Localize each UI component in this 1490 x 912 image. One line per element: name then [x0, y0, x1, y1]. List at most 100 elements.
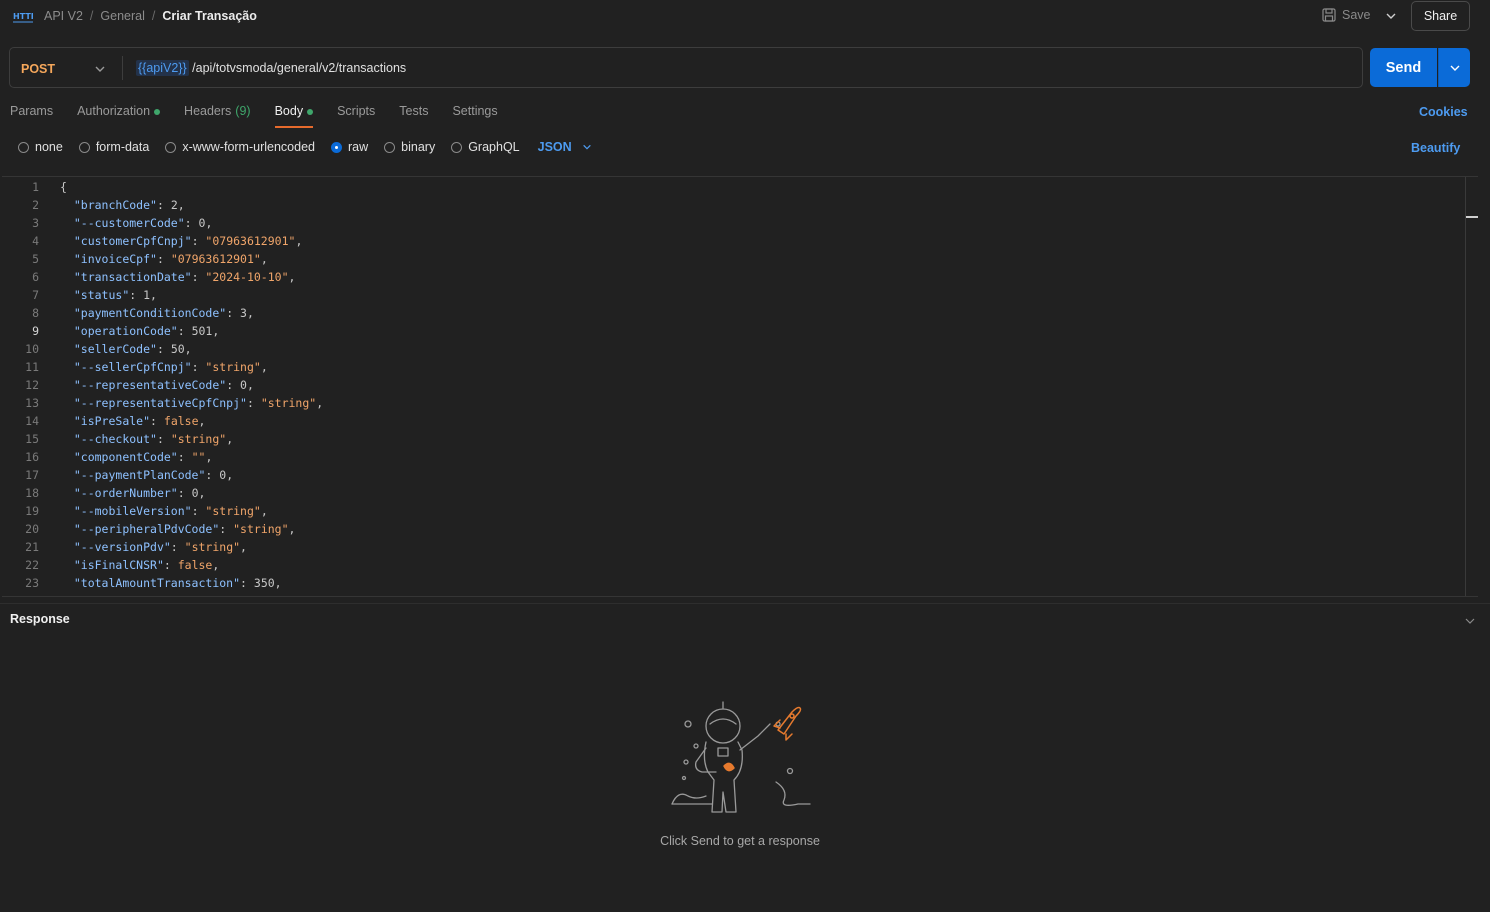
line-number: 13	[25, 396, 39, 410]
line-number: 1	[32, 180, 39, 194]
radio-button[interactable]	[451, 141, 463, 153]
code-line[interactable]: 1{	[2, 178, 1462, 196]
radio-none[interactable]: none	[18, 140, 63, 154]
radio-binary[interactable]: binary	[384, 140, 435, 154]
line-number: 7	[32, 288, 39, 302]
http-request-icon: HTTP	[13, 12, 33, 23]
cookies-link[interactable]: Cookies	[1419, 105, 1468, 119]
code-line[interactable]: 18 "--orderNumber": 0,	[2, 484, 1462, 502]
radio-button[interactable]	[165, 141, 177, 153]
line-number: 18	[25, 486, 39, 500]
code-text: "isPreSale": false,	[73, 414, 206, 428]
code-line[interactable]: 5 "invoiceCpf": "07963612901",	[2, 250, 1462, 268]
radio-button[interactable]	[331, 141, 342, 153]
code-line[interactable]: 19 "--mobileVersion": "string",	[2, 502, 1462, 520]
line-number: 9	[32, 324, 39, 338]
tab-body[interactable]: Body	[274, 104, 314, 128]
radio-raw[interactable]: raw	[331, 140, 368, 154]
tab-scripts[interactable]: Scripts	[337, 104, 375, 128]
method-select[interactable]: POST	[21, 62, 55, 76]
tab-label: Tests	[399, 104, 429, 118]
breadcrumb-collection[interactable]: API V2	[44, 9, 83, 23]
divider	[122, 56, 123, 80]
language-select[interactable]: JSON	[538, 140, 592, 154]
radio-graphql[interactable]: GraphQL	[451, 140, 520, 154]
code-line[interactable]: 14 "isPreSale": false,	[2, 412, 1462, 430]
response-title: Response	[10, 612, 70, 626]
beautify-button[interactable]: Beautify	[1411, 141, 1460, 155]
radio-form-data[interactable]: form-data	[78, 140, 150, 154]
code-text: "--mobileVersion": "string",	[73, 504, 268, 518]
line-number: 15	[25, 432, 39, 446]
radio-label: x-www-form-urlencoded	[182, 140, 315, 154]
radio-button[interactable]	[78, 141, 90, 153]
code-line[interactable]: 7 "status": 1,	[2, 286, 1462, 304]
code-line[interactable]: 3 "--customerCode": 0,	[2, 214, 1462, 232]
chevron-down-icon[interactable]	[1385, 10, 1397, 22]
code-text: "branchCode": 2,	[73, 198, 185, 212]
code-line[interactable]: 4 "customerCpfCnpj": "07963612901",	[2, 232, 1462, 250]
code-line[interactable]: 22 "isFinalCNSR": false,	[2, 556, 1462, 574]
code-line[interactable]: 21 "--versionPdv": "string",	[2, 538, 1462, 556]
tab-label: Scripts	[337, 104, 376, 118]
code-text: "items": [	[60, 592, 143, 596]
tab-authorization[interactable]: Authorization	[77, 104, 161, 128]
url-variable[interactable]: {{apiV2}}	[136, 60, 189, 76]
code-line[interactable]: 11 "--sellerCpfCnpj": "string",	[2, 358, 1462, 376]
tab-params[interactable]: Params	[10, 104, 53, 128]
code-text: "isFinalCNSR": false,	[73, 558, 220, 572]
code-text: "paymentConditionCode": 3,	[73, 306, 254, 320]
code-line[interactable]: 12 "--representativeCode": 0,	[2, 376, 1462, 394]
radio-button[interactable]	[18, 141, 29, 153]
code-line[interactable]: 20 "--peripheralPdvCode": "string",	[2, 520, 1462, 538]
chevron-down-icon	[582, 144, 591, 150]
code-line[interactable]: 10 "sellerCode": 50,	[2, 340, 1462, 358]
code-text: "sellerCode": 50,	[73, 342, 192, 356]
breadcrumb: API V2 / General / Criar Transação	[44, 9, 257, 23]
code-line[interactable]: 13 "--representativeCpfCnpj": "string",	[2, 394, 1462, 412]
send-options-button[interactable]	[1438, 48, 1470, 87]
code-line[interactable]: 2 "branchCode": 2,	[2, 196, 1462, 214]
line-number: 21	[25, 540, 39, 554]
breadcrumb-separator: /	[89, 9, 94, 23]
tab-label: Settings	[452, 104, 498, 118]
code-text: "componentCode": "",	[73, 450, 213, 464]
share-button[interactable]: Share	[1411, 1, 1470, 31]
tab-headers[interactable]: Headers (9)	[184, 104, 251, 128]
scrollbar-track[interactable]	[1465, 177, 1466, 596]
code-line[interactable]: 9 "operationCode": 501,	[2, 322, 1462, 340]
svg-text:HTTP: HTTP	[13, 12, 33, 21]
code-line[interactable]: 17 "--paymentPlanCode": 0,	[2, 466, 1462, 484]
headers-count: (9)	[235, 104, 251, 118]
url-input[interactable]: {{apiV2}} /api/totvsmoda/general/v2/tran…	[136, 60, 406, 76]
send-button[interactable]: Send	[1370, 48, 1437, 87]
code-text: {	[60, 180, 67, 194]
chevron-down-icon[interactable]	[1464, 615, 1476, 627]
line-number: 20	[25, 522, 39, 536]
code-line[interactable]: 15 "--checkout": "string",	[2, 430, 1462, 448]
line-number: 16	[25, 450, 39, 464]
code-line[interactable]: 6 "transactionDate": "2024-10-10",	[2, 268, 1462, 286]
radio-button[interactable]	[384, 141, 396, 153]
tab-settings[interactable]: Settings	[452, 104, 497, 128]
radio-urlencoded[interactable]: x-www-form-urlencoded	[165, 140, 315, 154]
code-line[interactable]: 23 "totalAmountTransaction": 350,	[2, 574, 1462, 592]
breadcrumb-folder[interactable]: General	[100, 9, 144, 23]
breadcrumb-separator: /	[151, 9, 156, 23]
scrollbar-thumb[interactable]	[1466, 216, 1478, 218]
code-line[interactable]: 8 "paymentConditionCode": 3,	[2, 304, 1462, 322]
code-line[interactable]: 16 "componentCode": "",	[2, 448, 1462, 466]
code-line[interactable]: 24 "items": [	[2, 592, 1462, 596]
code-text: "--paymentPlanCode": 0,	[73, 468, 234, 482]
code-editor[interactable]: 1{2 "branchCode": 2, 3 "--customerCode": …	[2, 176, 1478, 597]
save-button[interactable]: Save	[1322, 8, 1371, 22]
radio-label: raw	[348, 140, 369, 154]
tab-tests[interactable]: Tests	[399, 104, 428, 128]
line-number: 24	[2, 592, 39, 596]
request-title[interactable]: Criar Transação	[162, 9, 257, 23]
language-label: JSON	[537, 140, 572, 154]
chevron-down-icon[interactable]	[94, 63, 106, 75]
radio-label: form-data	[95, 140, 150, 154]
top-bar: HTTP API V2 / General / Criar Transação …	[0, 0, 1490, 34]
tab-label: Authorization	[77, 104, 151, 118]
